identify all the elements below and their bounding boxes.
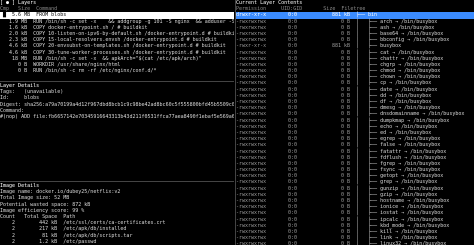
layers-pane: [ ● ] Layers Cmp Size Command █ 5.6 MB F… xyxy=(0,0,234,80)
filetree-size: 0 B xyxy=(340,241,350,245)
layer-contents-pane: Current Layer Contents Permission UID:GI… xyxy=(236,0,474,245)
layer-detail-line: Digest: sha256:a79a70199a4d12f967dbd8bcb… xyxy=(0,101,234,108)
image-details-pane: Image Details Image name: docker.io/dube… xyxy=(0,183,234,245)
layer-row[interactable]: 0 B RUN /bin/sh -c rm -rf /etc/nginx/con… xyxy=(0,68,234,74)
layer-row[interactable]: 4.6 kB COPY 30-tune-worker-processes.sh … xyxy=(0,50,234,56)
wasted-table: 2 442 kB /etc/ssl/certs/ca-certificates.… xyxy=(0,220,234,245)
layer-list: █ 5.6 MB FROM blobs 1.9 MB RUN /bin/sh -… xyxy=(0,12,234,74)
filetree-row[interactable]: -rwxrwxrwx 0:0 0 B │ ├── linux32 → /bin/bus… xyxy=(236,241,474,245)
filetree: drwxr-xr-x 0:0 881 kB ├── bin -rwxrwxrwx 0:0 0… xyxy=(236,12,474,245)
layer-details-pane: Layer Details Tags: (unavailable) Id: blo… xyxy=(0,83,234,178)
filetree-permission: -rwxrwxrwx xyxy=(236,241,267,245)
filetree-name: │ ├── linux32 → /bin/busybox xyxy=(356,241,447,245)
wasted-table-row[interactable]: 2 1.2 kB /etc/passwd xyxy=(0,239,234,245)
layer-row[interactable]: 18 MB RUN /bin/sh -c set -x && apkArch="… xyxy=(0,56,234,62)
filetree-uidgid: 0:0 xyxy=(288,241,298,245)
layer-detail-line: #(nop) ADD file:fb6657142e70345916643313… xyxy=(0,113,234,120)
layer-details-content: Tags: (unavailable) Id: blobs Digest: sha2… xyxy=(0,89,234,120)
image-details-content: Image name: docker.io/dubey25/netflix:v2… xyxy=(0,189,234,214)
layer-row[interactable]: 4.6 kB COPY 20-envsubst-on-templates.sh … xyxy=(0,43,234,49)
layer-row[interactable]: 1.9 MB RUN /bin/sh -c set -x && addgroup… xyxy=(0,19,234,25)
